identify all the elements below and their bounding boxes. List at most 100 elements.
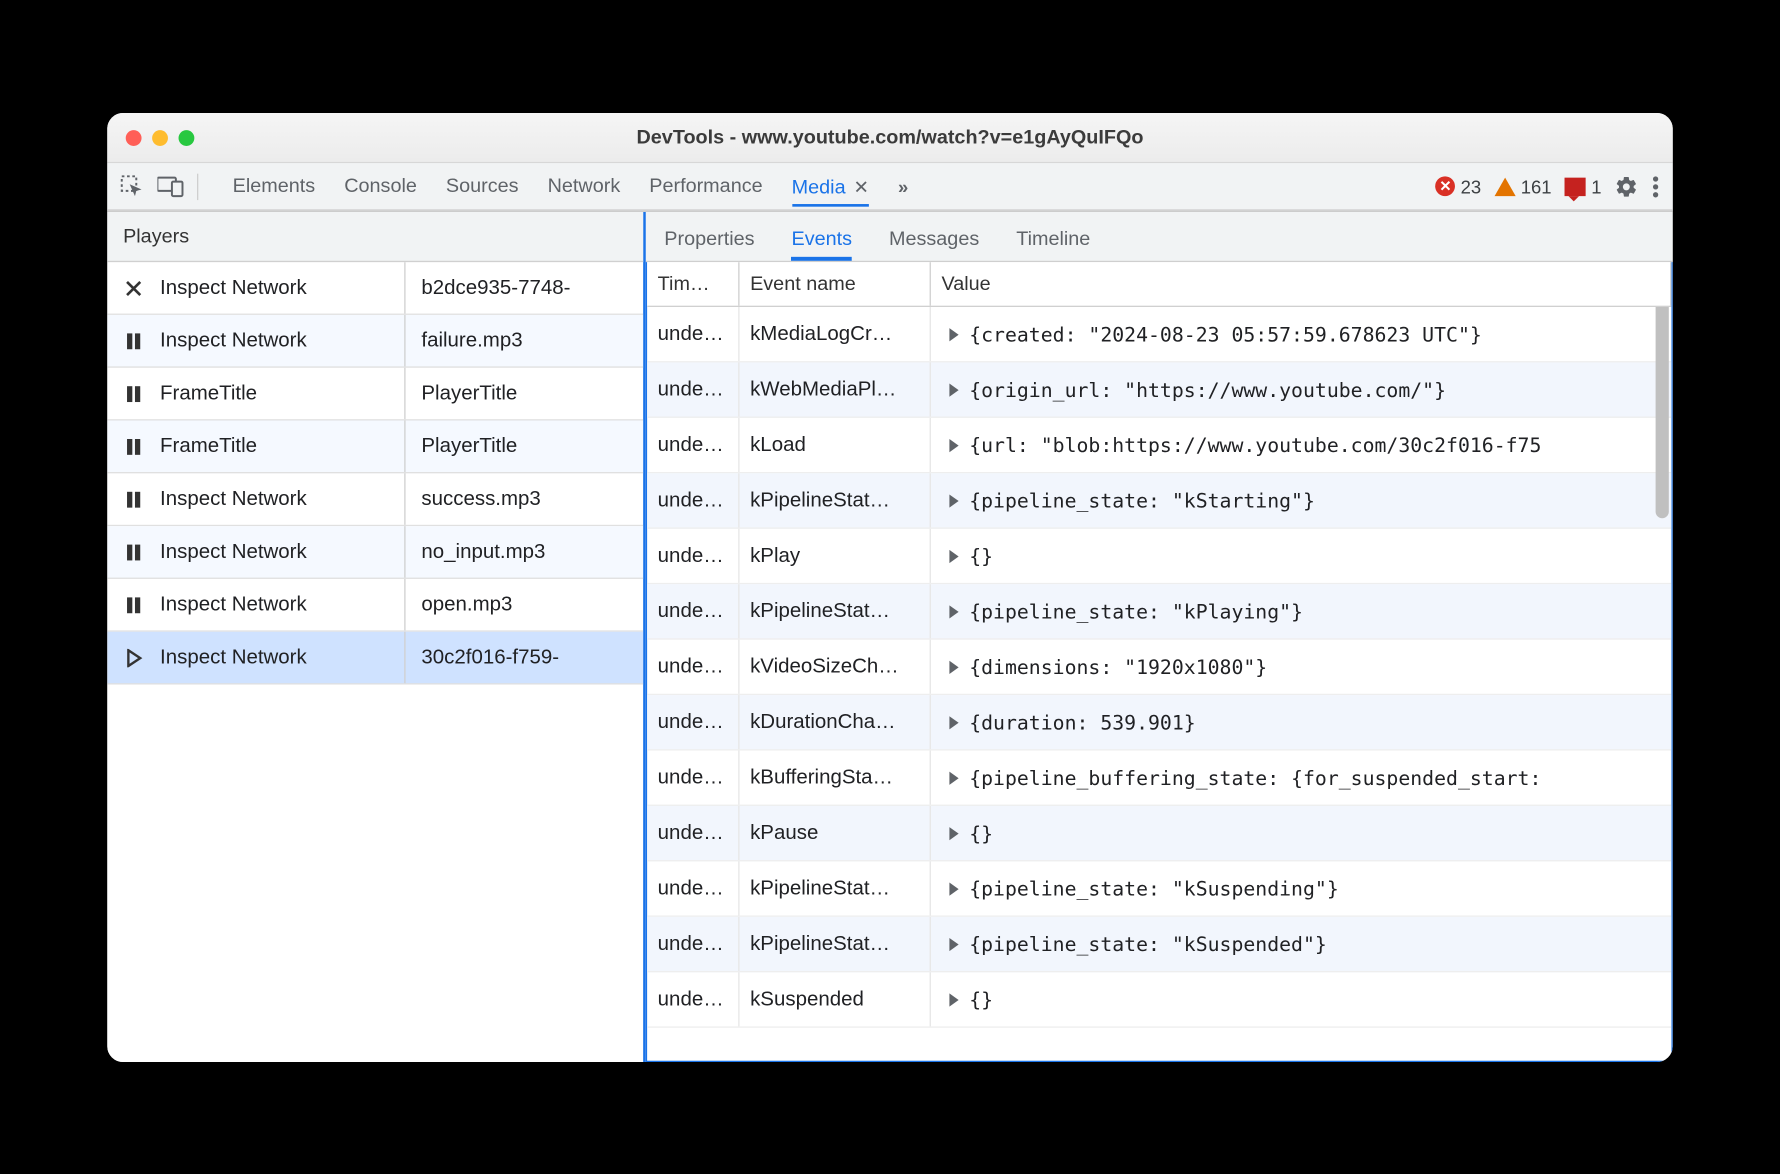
tab-console[interactable]: Console bbox=[344, 167, 417, 205]
player-frame-title: FrameTitle bbox=[160, 434, 404, 458]
details-pane: Properties Events Messages Timeline Tim…… bbox=[646, 211, 1673, 1061]
event-row[interactable]: unde…kPipelineStat…{pipeline_state: "kPl… bbox=[647, 584, 1671, 639]
event-row[interactable]: unde…kPlay{} bbox=[647, 528, 1671, 583]
event-value: {pipeline_state: "kSuspending"} bbox=[931, 861, 1672, 915]
player-frame-title: Inspect Network bbox=[160, 328, 404, 352]
disclosure-triangle-icon[interactable] bbox=[949, 992, 958, 1005]
pause-icon bbox=[107, 384, 160, 402]
window-maximize-button[interactable] bbox=[179, 129, 195, 145]
player-row[interactable]: Inspect Networkfailure.mp3 bbox=[107, 314, 643, 367]
player-row[interactable]: Inspect Networkb2dce935-7748- bbox=[107, 262, 643, 315]
inspect-element-icon[interactable] bbox=[120, 174, 144, 198]
event-row[interactable]: unde…kDurationCha…{duration: 539.901} bbox=[647, 695, 1671, 750]
disclosure-triangle-icon[interactable] bbox=[949, 937, 958, 950]
event-timestamp: unde… bbox=[647, 417, 739, 471]
disclosure-triangle-icon[interactable] bbox=[949, 660, 958, 673]
disclosure-triangle-icon[interactable] bbox=[949, 881, 958, 894]
player-row[interactable]: FrameTitlePlayerTitle bbox=[107, 367, 643, 420]
column-header-timestamp[interactable]: Tim… bbox=[647, 262, 739, 306]
x-icon bbox=[107, 277, 160, 298]
event-row[interactable]: unde…kPipelineStat…{pipeline_state: "kSu… bbox=[647, 916, 1671, 971]
disclosure-triangle-icon[interactable] bbox=[949, 604, 958, 617]
errors-count: 23 bbox=[1461, 175, 1482, 196]
event-timestamp: unde… bbox=[647, 584, 739, 638]
disclosure-triangle-icon[interactable] bbox=[949, 438, 958, 451]
players-header: Players bbox=[107, 211, 643, 261]
event-row[interactable]: unde…kPipelineStat…{pipeline_state: "kSt… bbox=[647, 473, 1671, 528]
pause-icon bbox=[107, 331, 160, 349]
issues-badge[interactable]: 1 bbox=[1565, 175, 1602, 196]
devtools-window: DevTools - www.youtube.com/watch?v=e1gAy… bbox=[107, 112, 1673, 1061]
event-name: kPipelineStat… bbox=[740, 584, 931, 638]
player-title: PlayerTitle bbox=[406, 381, 644, 405]
event-name: kPipelineStat… bbox=[740, 861, 931, 915]
disclosure-triangle-icon[interactable] bbox=[949, 715, 958, 728]
settings-icon[interactable] bbox=[1615, 174, 1639, 198]
event-timestamp: unde… bbox=[647, 861, 739, 915]
disclosure-triangle-icon[interactable] bbox=[949, 327, 958, 340]
event-name: kPlay bbox=[740, 528, 931, 582]
players-pane: Players Inspect Networkb2dce935-7748-Ins… bbox=[107, 211, 646, 1061]
device-toolbar-icon[interactable] bbox=[157, 175, 183, 196]
event-timestamp: unde… bbox=[647, 307, 739, 361]
player-title: success.mp3 bbox=[406, 487, 644, 511]
player-title: failure.mp3 bbox=[406, 328, 644, 352]
player-frame-title: Inspect Network bbox=[160, 645, 404, 669]
event-row[interactable]: unde…kWebMediaPl…{origin_url: "https://w… bbox=[647, 362, 1671, 417]
event-row[interactable]: unde…kSuspended{} bbox=[647, 972, 1671, 1027]
event-row[interactable]: unde…kPause{} bbox=[647, 805, 1671, 860]
subtab-events[interactable]: Events bbox=[791, 227, 852, 260]
column-header-event-name[interactable]: Event name bbox=[740, 262, 931, 306]
player-list: Inspect Networkb2dce935-7748-Inspect Net… bbox=[107, 262, 643, 1062]
event-value: {pipeline_buffering_state: {for_suspende… bbox=[931, 750, 1672, 804]
player-title: PlayerTitle bbox=[406, 434, 644, 458]
close-icon[interactable]: ✕ bbox=[854, 175, 869, 197]
player-row[interactable]: Inspect Networkopen.mp3 bbox=[107, 578, 643, 631]
subtab-messages[interactable]: Messages bbox=[889, 227, 979, 260]
event-name: kPause bbox=[740, 805, 931, 859]
event-timestamp: unde… bbox=[647, 362, 739, 416]
disclosure-triangle-icon[interactable] bbox=[949, 770, 958, 783]
disclosure-triangle-icon[interactable] bbox=[949, 826, 958, 839]
player-frame-title: Inspect Network bbox=[160, 539, 404, 563]
tab-network[interactable]: Network bbox=[548, 167, 621, 205]
event-row[interactable]: unde…kLoad{url: "blob:https://www.youtub… bbox=[647, 417, 1671, 472]
window-close-button[interactable] bbox=[126, 129, 142, 145]
pause-icon bbox=[107, 595, 160, 613]
event-value: {pipeline_state: "kPlaying"} bbox=[931, 584, 1672, 638]
disclosure-triangle-icon[interactable] bbox=[949, 549, 958, 562]
event-row[interactable]: unde…kMediaLogCr…{created: "2024-08-23 0… bbox=[647, 307, 1671, 362]
pause-icon bbox=[107, 542, 160, 560]
window-title: DevTools - www.youtube.com/watch?v=e1gAy… bbox=[107, 126, 1673, 148]
disclosure-triangle-icon[interactable] bbox=[949, 493, 958, 506]
warnings-badge[interactable]: 161 bbox=[1494, 175, 1551, 196]
player-row[interactable]: Inspect Networksuccess.mp3 bbox=[107, 473, 643, 526]
column-header-value[interactable]: Value bbox=[931, 262, 1672, 306]
subtab-properties[interactable]: Properties bbox=[664, 227, 754, 260]
event-value: {pipeline_state: "kStarting"} bbox=[931, 473, 1672, 527]
event-name: kLoad bbox=[740, 417, 931, 471]
more-options-icon[interactable] bbox=[1652, 174, 1660, 198]
event-row[interactable]: unde…kPipelineStat…{pipeline_state: "kSu… bbox=[647, 861, 1671, 916]
window-minimize-button[interactable] bbox=[152, 129, 168, 145]
event-row[interactable]: unde…kBufferingSta…{pipeline_buffering_s… bbox=[647, 750, 1671, 805]
player-row[interactable]: FrameTitlePlayerTitle bbox=[107, 420, 643, 473]
disclosure-triangle-icon[interactable] bbox=[949, 382, 958, 395]
tab-media[interactable]: Media ✕ bbox=[792, 167, 869, 205]
tab-elements[interactable]: Elements bbox=[233, 167, 316, 205]
event-name: kVideoSizeCh… bbox=[740, 639, 931, 693]
more-tabs-icon[interactable]: » bbox=[898, 175, 908, 196]
player-row[interactable]: Inspect Networkno_input.mp3 bbox=[107, 526, 643, 579]
event-value: {duration: 539.901} bbox=[931, 695, 1672, 749]
event-timestamp: unde… bbox=[647, 528, 739, 582]
subtab-timeline[interactable]: Timeline bbox=[1016, 227, 1090, 260]
errors-badge[interactable]: ✕ 23 bbox=[1436, 175, 1482, 196]
player-row[interactable]: Inspect Network30c2f016-f759- bbox=[107, 631, 643, 684]
event-timestamp: unde… bbox=[647, 916, 739, 970]
tab-sources[interactable]: Sources bbox=[446, 167, 519, 205]
event-row[interactable]: unde…kVideoSizeCh…{dimensions: "1920x108… bbox=[647, 639, 1671, 694]
player-title: b2dce935-7748- bbox=[406, 275, 644, 299]
tab-performance[interactable]: Performance bbox=[649, 167, 762, 205]
event-timestamp: unde… bbox=[647, 805, 739, 859]
event-value: {} bbox=[931, 972, 1672, 1026]
